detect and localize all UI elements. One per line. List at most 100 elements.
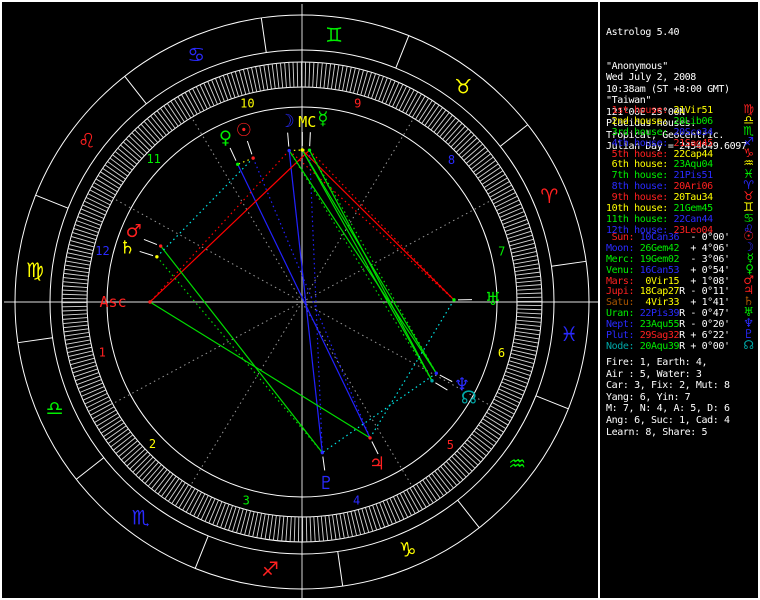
planet-pointer-sun (246, 140, 253, 155)
degree-tick (66, 343, 92, 349)
house-cusp-value: 21Vir51 (667, 105, 713, 116)
house-number-11: 11 (146, 152, 160, 166)
degree-tick (516, 280, 542, 284)
planet-pointer-pluto (322, 456, 326, 471)
planet-label: Mars: (606, 275, 635, 287)
house-cusp-line (112, 301, 303, 405)
degree-tick (71, 361, 96, 370)
degree-tick (212, 501, 223, 525)
planet-position-value: 4Vir33 (634, 297, 680, 309)
aspect-line-moon-uranus (288, 150, 455, 301)
degree-tick (516, 296, 542, 299)
planet-position-value: 19Gem02 (634, 253, 680, 265)
degree-tick (363, 72, 372, 97)
house-cusp-value: 21Gem45 (667, 203, 713, 215)
degree-tick (374, 76, 384, 100)
planet-label: Nept: (606, 319, 635, 331)
sign-boundary-spoke (124, 75, 147, 105)
house-cusp-value: 20Ari06 (667, 181, 713, 193)
degree-tick (317, 516, 320, 542)
house-label: 3rd house: (606, 126, 669, 138)
sign-boundary-spoke (551, 260, 587, 267)
house-cusp-line (189, 301, 303, 487)
degree-tick (498, 388, 522, 400)
sign-glyph-libra: ♎ (46, 396, 64, 420)
degree-tick (204, 498, 216, 522)
planet-pointer-saturn (139, 250, 154, 257)
degree-tick (289, 516, 292, 542)
velocity-offset: + 0°54' (684, 264, 730, 276)
degree-tick (271, 63, 276, 89)
sign-glyph-taurus: ♉ (454, 75, 472, 99)
degree-tick (506, 367, 531, 376)
degree-tick (360, 71, 368, 96)
stats-line: Ang: 6, Suc: 1, Cad: 4 (606, 414, 730, 426)
planet-position-value: 22Pis39 (634, 308, 680, 320)
degree-tick (77, 216, 102, 226)
planet-label: Sun: (606, 232, 635, 243)
degree-tick (64, 335, 90, 341)
aspect-line-moon-mc (289, 149, 303, 152)
natal-chart-wheel: ♈♉♊♋♌♍♎♏♐♑♒♓123 456789101112☉ ☽ ☿♀♂♃♄♅♆♇☊MC… (4, 4, 599, 598)
degree-tick (506, 226, 531, 236)
degree-tick (507, 230, 532, 240)
degree-tick (72, 364, 97, 374)
house-number-9: 9 (354, 97, 361, 111)
stats-line: Yang: 6, Yin: 7 (606, 391, 691, 403)
planet-pointer-jupiter (371, 441, 379, 455)
header-line: "Anonymous" (606, 60, 668, 72)
degree-tick (516, 288, 542, 291)
sign-glyph-gemini: ♊ (325, 23, 343, 47)
degree-tick (260, 513, 266, 539)
degree-tick (74, 224, 99, 233)
degree-tick (515, 327, 541, 332)
planet-dot-mars (158, 244, 163, 248)
degree-tick (200, 496, 213, 520)
degree-tick (224, 505, 233, 530)
degree-tick (65, 339, 91, 345)
degree-tick (264, 514, 270, 540)
house-label: 2nd house: (606, 115, 669, 127)
aspect-line-mars-pluto (160, 245, 323, 454)
planet-position-value: 20Aqu39 (634, 340, 680, 352)
degree-tick (375, 503, 386, 528)
planet-dot-sun (251, 156, 255, 160)
planet-glyph-mercury: ☿ (317, 109, 328, 130)
sign-boundary-spoke (35, 194, 69, 209)
sign-glyph-leo: ♌ (78, 129, 96, 153)
degree-tick (330, 64, 336, 90)
degree-tick (335, 514, 341, 540)
element-stats: Fire: 1, Earth: 4, Air : 5, Water: 3 Car: … (606, 357, 758, 438)
sign-glyph-aries: ♈ (540, 184, 558, 208)
degree-tick (327, 63, 332, 89)
velocity-offset: - 0°20' (684, 319, 730, 331)
degree-tick (281, 516, 285, 542)
degree-tick (203, 82, 215, 107)
degree-tick (372, 504, 382, 529)
degree-tick (76, 375, 101, 386)
degree-tick (499, 385, 524, 396)
planet-position-list: Sun: 10Can36 - 0°00' ☉ Moon: 26Gem42 + 4°0… (606, 230, 758, 353)
degree-tick (315, 62, 319, 88)
planet-position-value: 16Can53 (634, 264, 680, 276)
degree-tick (309, 516, 312, 542)
degree-tick (516, 312, 542, 315)
velocity-offset: + 1°08' (684, 275, 730, 287)
degree-tick (323, 63, 327, 89)
planet-position-value: 18Cap27 (634, 286, 680, 298)
degree-tick (508, 234, 533, 243)
degree-tick (386, 499, 397, 523)
house-cusp-value: 22Can44 (667, 213, 713, 225)
house-label: 6th house: (606, 159, 669, 171)
degree-tick (513, 342, 538, 348)
degree-tick (62, 320, 88, 324)
degree-tick (207, 81, 218, 105)
house-number-10: 10 (240, 96, 254, 110)
degree-tick (378, 77, 388, 102)
planet-pointer-node (435, 382, 448, 391)
stats-line: Car: 3, Fix: 2, Mut: 8 (606, 380, 730, 392)
degree-tick (62, 313, 88, 316)
degree-tick (259, 65, 265, 91)
degree-tick (80, 208, 105, 219)
planet-label: Moon: (606, 242, 635, 254)
